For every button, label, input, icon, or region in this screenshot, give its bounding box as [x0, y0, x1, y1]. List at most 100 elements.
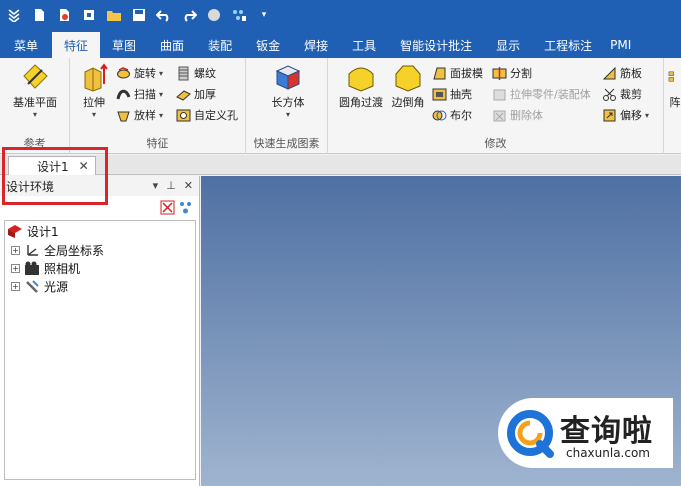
- group-quick-primitive: 长方体 ▾ 快速生成图素: [246, 58, 328, 154]
- sweep-label: 扫描: [134, 88, 156, 101]
- group-reference: 基准平面 ▾ 参考: [0, 58, 70, 154]
- thicken-icon: [176, 89, 191, 101]
- thread-button[interactable]: 螺纹: [176, 64, 216, 82]
- trim-button[interactable]: 裁剪: [602, 85, 642, 103]
- save-icon[interactable]: [131, 7, 147, 23]
- tree-item-light[interactable]: + 光源: [11, 278, 68, 295]
- tab-assembly[interactable]: 装配: [196, 32, 244, 58]
- rib-icon: [602, 66, 616, 79]
- tab-display[interactable]: 显示: [484, 32, 532, 58]
- loft-icon: [117, 111, 130, 121]
- coordinate-system-icon: [27, 245, 38, 256]
- trim-label: 裁剪: [620, 88, 642, 101]
- datum-plane-icon: [23, 64, 48, 89]
- pattern-button[interactable]: 阵: [668, 62, 681, 110]
- folder-icon[interactable]: [106, 7, 122, 23]
- extrude-icon: [84, 63, 108, 92]
- watermark-title: 查询啦: [560, 414, 653, 449]
- tab-menu[interactable]: 菜单: [0, 32, 52, 58]
- render-icon[interactable]: [206, 7, 222, 23]
- group-modify: 圆角过渡 边倒角 面拔模 抽壳 布尔 分割 拉伸零件/装配体 删除体 筋板 裁剪…: [328, 58, 664, 154]
- custom-hole-icon: [176, 109, 191, 121]
- tree-item-label: 全局坐标系: [44, 244, 105, 258]
- split-button[interactable]: 分割: [492, 64, 532, 82]
- extrude-to-part-label: 拉伸零件/装配体: [510, 88, 591, 101]
- extrude-to-part-button[interactable]: 拉伸零件/装配体: [492, 85, 591, 103]
- chamfer-button[interactable]: 边倒角: [388, 62, 428, 110]
- datum-plane-button[interactable]: 基准平面 ▾: [8, 62, 62, 119]
- tab-sketch[interactable]: 草图: [100, 32, 148, 58]
- tab-feature[interactable]: 特征: [52, 30, 101, 58]
- ribbon-panel: 基准平面 ▾ 参考 拉伸 ▾ 旋转 ▾ 扫描 ▾ 放样 ▾ 螺纹 加厚 自定义孔…: [0, 58, 681, 154]
- design-environment-panel: 设计环境 ▾ ⊥ ✕ 设计1 + 全局坐标系 + 照相机 + 光源: [0, 176, 200, 486]
- panel-controls: ▾ ⊥ ✕: [153, 179, 193, 192]
- revolve-label: 旋转: [134, 67, 156, 80]
- box-button[interactable]: 长方体 ▾: [268, 62, 308, 119]
- draft-button[interactable]: 面拔模: [432, 64, 483, 82]
- expand-icon[interactable]: +: [11, 282, 20, 291]
- group-feature: 拉伸 ▾ 旋转 ▾ 扫描 ▾ 放样 ▾ 螺纹 加厚 自定义孔 特征: [70, 58, 246, 154]
- delete-body-button[interactable]: 删除体: [492, 106, 543, 124]
- tab-smart-annotation[interactable]: 智能设计批注: [388, 32, 484, 58]
- tab-surface[interactable]: 曲面: [148, 32, 196, 58]
- offset-button[interactable]: 偏移 ▾: [602, 106, 649, 124]
- thread-icon: [178, 66, 189, 80]
- new-icon[interactable]: [31, 7, 47, 23]
- group-reference-label: 参考: [23, 137, 46, 150]
- rib-button[interactable]: 筋板: [602, 64, 642, 82]
- tab-drawing-annotation[interactable]: 工程标注: [532, 32, 604, 58]
- more-icon[interactable]: ▾: [256, 7, 272, 23]
- close-icon[interactable]: ✕: [184, 179, 193, 192]
- tree-item-global-coordinates[interactable]: + 全局坐标系: [11, 242, 104, 259]
- expand-icon[interactable]: +: [11, 264, 20, 273]
- thicken-button[interactable]: 加厚: [176, 85, 216, 103]
- tree-item-camera[interactable]: + 照相机: [11, 260, 80, 277]
- custom-icon[interactable]: [231, 7, 247, 23]
- fillet-button[interactable]: 圆角过渡: [336, 62, 386, 110]
- pin-icon[interactable]: ⊥: [166, 179, 176, 192]
- pattern-label: 阵: [669, 96, 681, 109]
- shell-button[interactable]: 抽壳: [432, 85, 472, 103]
- open-icon[interactable]: [56, 7, 72, 23]
- datum-plane-label: 基准平面: [13, 96, 57, 109]
- panel-title: 设计环境: [6, 179, 55, 194]
- camera-icon: [25, 261, 39, 275]
- revolve-button[interactable]: 旋转 ▾: [116, 64, 163, 82]
- expand-icon[interactable]: +: [11, 246, 20, 255]
- loft-button[interactable]: 放样 ▾: [116, 106, 163, 124]
- rib-label: 筋板: [620, 67, 642, 80]
- panel-toolbar: [160, 200, 193, 215]
- watermark: 查询啦 chaxunla.com: [498, 398, 673, 468]
- redo-icon[interactable]: [181, 7, 197, 23]
- tree-options-icon[interactable]: [178, 200, 193, 215]
- import-icon[interactable]: [81, 7, 97, 23]
- tab-sheet-metal[interactable]: 钣金: [244, 32, 292, 58]
- chevron-down-icon: ▾: [159, 89, 164, 99]
- search-logo-icon: [507, 410, 554, 458]
- undo-icon[interactable]: [156, 7, 172, 23]
- boolean-label: 布尔: [450, 109, 472, 122]
- tree-item-design[interactable]: 设计1: [7, 223, 59, 240]
- tree-item-label: 设计1: [27, 225, 59, 239]
- sweep-icon: [116, 89, 131, 99]
- boolean-button[interactable]: 布尔: [432, 106, 472, 124]
- document-tab[interactable]: 设计1 ✕: [8, 156, 96, 175]
- box-icon: [275, 65, 301, 90]
- custom-hole-button[interactable]: 自定义孔: [176, 106, 238, 124]
- chevron-down-icon: ▾: [159, 110, 164, 120]
- 3d-viewport[interactable]: 查询啦 chaxunla.com: [201, 176, 681, 486]
- tab-weld[interactable]: 焊接: [292, 32, 340, 58]
- menu-icon[interactable]: [6, 7, 22, 23]
- chamfer-label: 边倒角: [391, 96, 425, 109]
- panel-menu-icon[interactable]: ▾: [153, 179, 159, 192]
- group-quick-label: 快速生成图素: [253, 137, 320, 150]
- close-icon[interactable]: ✕: [79, 159, 89, 173]
- loft-label: 放样: [134, 109, 156, 122]
- sweep-button[interactable]: 扫描 ▾: [116, 85, 163, 103]
- fillet-icon: [348, 67, 374, 92]
- tab-pmi[interactable]: PMI: [604, 32, 637, 58]
- tab-tools[interactable]: 工具: [340, 32, 388, 58]
- shell-icon: [432, 88, 447, 100]
- extrude-button[interactable]: 拉伸 ▾: [76, 62, 112, 119]
- delete-icon[interactable]: [160, 200, 175, 215]
